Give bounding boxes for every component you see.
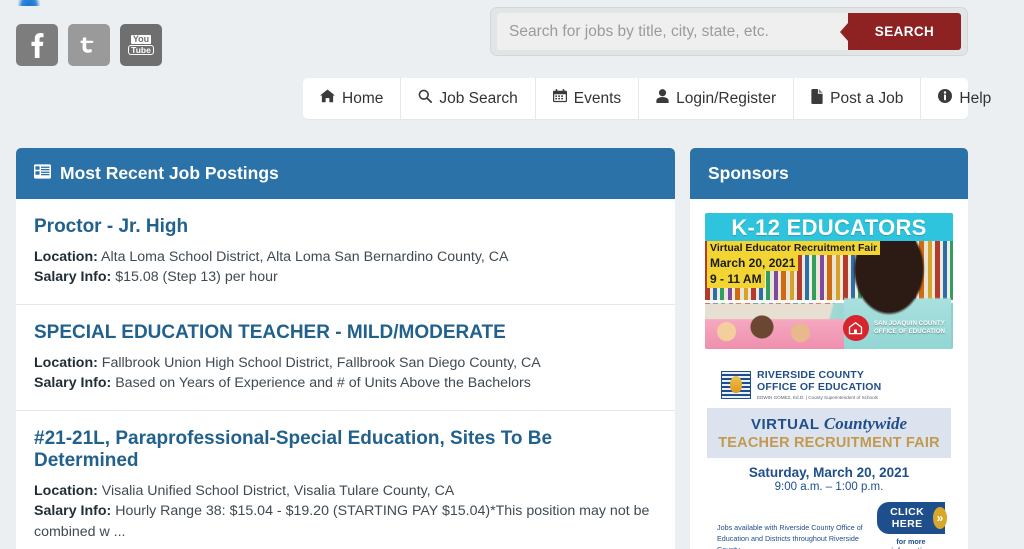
job-location-row: Location: Visalia Unified School Distric…	[34, 481, 657, 502]
rcoe-event-time: 9:00 a.m. – 1:00 p.m.	[774, 481, 884, 494]
nav-item-label: Post a Job	[830, 89, 904, 107]
ad-org-name: SAN JOAQUIN COUNTY OFFICE OF EDUCATION	[874, 320, 945, 337]
jobs-panel-header: Most Recent Job Postings	[16, 148, 675, 199]
info-circle-icon	[938, 89, 953, 108]
nav-item-post-a-job[interactable]: Post a Job	[793, 78, 920, 119]
main-navigation: Home Job Search Events Login/Register Po…	[303, 78, 991, 119]
list-icon	[34, 163, 51, 184]
social-links: You Tube	[16, 24, 162, 66]
ad-date: March 20, 2021	[707, 255, 799, 272]
ad-detail-block: Virtual Educator Recruitment Fair March …	[707, 241, 881, 288]
location-value: Visalia Unified School District, Visalia…	[101, 482, 455, 499]
ad-time: 9 - 11 AM	[707, 271, 765, 288]
facebook-icon[interactable]	[16, 24, 58, 66]
ad-children-photo	[705, 291, 859, 349]
nav-item-label: Login/Register	[676, 89, 777, 107]
chevron-right-icon: »	[933, 507, 947, 530]
nav-item-login-register[interactable]: Login/Register	[638, 78, 793, 119]
rcoe-line1: RIVERSIDE COUNTY	[757, 369, 865, 381]
job-title-link[interactable]: Proctor - Jr. High	[34, 216, 657, 238]
rcoe-line2: OFFICE OF EDUCATION	[757, 381, 882, 394]
youtube-icon[interactable]: You Tube	[120, 24, 162, 66]
salary-label: Salary Info:	[34, 503, 112, 520]
nav-item-label: Job Search	[439, 89, 518, 107]
location-label: Location:	[34, 248, 98, 265]
nav-item-label: Help	[959, 89, 992, 107]
job-salary-row: Salary Info: Based on Years of Experienc…	[34, 373, 657, 394]
rcoe-org-name: RIVERSIDE COUNTY OFFICE OF EDUCATION EDW…	[757, 369, 881, 400]
nav-item-label: Home	[342, 89, 384, 107]
ad-org-line1: SAN JOAQUIN COUNTY	[873, 319, 945, 327]
ad-headline: K-12 EDUCATORS	[731, 215, 927, 240]
most-recent-job-postings-panel: Most Recent Job Postings Proctor - Jr. H…	[16, 148, 675, 549]
sponsors-panel-header: Sponsors	[690, 148, 968, 199]
location-label: Location:	[34, 354, 98, 371]
job-list-item: Proctor - Jr. High Location: Alta Loma S…	[16, 199, 675, 306]
rcoe-title-virtual: VIRTUAL	[750, 416, 820, 434]
search-icon	[418, 89, 433, 108]
job-location-row: Location: Fallbrook Union High School Di…	[34, 353, 657, 374]
jobs-panel-title: Most Recent Job Postings	[60, 163, 279, 183]
rcoe-title-line2: TEACHER RECRUITMENT FAIR	[718, 435, 940, 452]
location-value: Fallbrook Union High School District, Fa…	[101, 354, 541, 371]
rcoe-emblem-icon	[721, 370, 751, 399]
search-bar: SEARCH	[490, 7, 968, 56]
rcoe-cta-sub: for more information	[891, 537, 931, 549]
location-value: Alta Loma School District, Alta Loma San…	[101, 248, 509, 265]
ad-org-line2: OFFICE OF EDUCATION	[873, 328, 945, 335]
job-title-link[interactable]: #21-21L, Paraprofessional-Special Educat…	[34, 428, 657, 472]
home-icon	[320, 89, 335, 108]
rcoe-event-when: Saturday, March 20, 2021 9:00 a.m. – 1:0…	[707, 465, 951, 493]
ad-subhead: Virtual Educator Recruitment Fair	[707, 241, 881, 256]
flame-shape	[730, 376, 742, 394]
nav-item-home[interactable]: Home	[303, 78, 400, 119]
nav-item-help[interactable]: Help	[920, 78, 1008, 119]
rcoe-logo-row: RIVERSIDE COUNTY OFFICE OF EDUCATION EDW…	[707, 365, 951, 406]
ad-org-logo: SAN JOAQUIN COUNTY OFFICE OF EDUCATION	[842, 315, 945, 341]
rcoe-note: Jobs available with Riverside County Off…	[717, 523, 863, 549]
salary-value: Hourly Range 38: $15.04 - $19.20 (STARTI…	[34, 503, 650, 540]
job-location-row: Location: Alta Loma School District, Alt…	[34, 247, 657, 268]
click-here-label: CLICK HERE	[890, 506, 925, 531]
nav-item-job-search[interactable]: Job Search	[400, 78, 534, 119]
job-salary-row: Salary Info: Hourly Range 38: $15.04 - $…	[34, 501, 657, 542]
sponsors-panel-title: Sponsors	[708, 163, 789, 183]
rcoe-cta-block: CLICK HERE » for more information	[876, 502, 947, 549]
twitter-icon[interactable]	[68, 24, 110, 66]
rcoe-title-band: VIRTUAL Countywide TEACHER RECRUITMENT F…	[707, 408, 951, 459]
rcoe-footer: Jobs available with Riverside County Off…	[707, 493, 951, 549]
user-icon	[656, 89, 669, 108]
page-root: You Tube SEARCH Home Job Search Events	[0, 0, 1024, 549]
nav-item-label: Events	[573, 89, 622, 107]
calendar-icon	[552, 89, 567, 108]
job-title-link[interactable]: SPECIAL EDUCATION TEACHER - MILD/MODERAT…	[34, 322, 657, 344]
rcoe-line3: EDWIN GOMEZ, Ed.D. | County Superintende…	[757, 395, 878, 401]
sponsors-panel: Sponsors K-12 EDUCATORS Virtual Educator…	[690, 148, 968, 549]
sponsor-ad-list: K-12 EDUCATORS Virtual Educator Recruitm…	[690, 199, 968, 549]
search-input[interactable]	[497, 13, 848, 50]
salary-value: Based on Years of Experience and # of Un…	[115, 375, 531, 392]
rcoe-title-line1: VIRTUAL Countywide	[707, 414, 951, 434]
rcoe-title-countywide: Countywide	[823, 414, 908, 434]
salary-value: $15.08 (Step 13) per hour	[115, 269, 278, 286]
click-here-button[interactable]: CLICK HERE »	[876, 502, 947, 535]
job-list: Proctor - Jr. High Location: Alta Loma S…	[16, 199, 675, 549]
salary-label: Salary Info:	[34, 269, 112, 286]
file-icon	[811, 88, 823, 109]
job-list-item: #21-21L, Paraprofessional-Special Educat…	[16, 411, 675, 549]
rcoe-event-date: Saturday, March 20, 2021	[748, 465, 910, 481]
site-logo-fragment	[18, 0, 40, 6]
search-button[interactable]: SEARCH	[848, 13, 961, 50]
nav-item-events[interactable]: Events	[534, 78, 638, 119]
job-list-item: SPECIAL EDUCATION TEACHER - MILD/MODERAT…	[16, 305, 675, 412]
location-label: Location:	[34, 482, 98, 499]
sponsor-ad-rcoe[interactable]: RIVERSIDE COUNTY OFFICE OF EDUCATION EDW…	[705, 361, 953, 549]
job-salary-row: Salary Info: $15.08 (Step 13) per hour	[34, 267, 657, 288]
sponsor-ad-sjcoe[interactable]: K-12 EDUCATORS Virtual Educator Recruitm…	[705, 213, 953, 349]
salary-label: Salary Info:	[34, 375, 112, 392]
school-house-icon	[842, 315, 869, 341]
